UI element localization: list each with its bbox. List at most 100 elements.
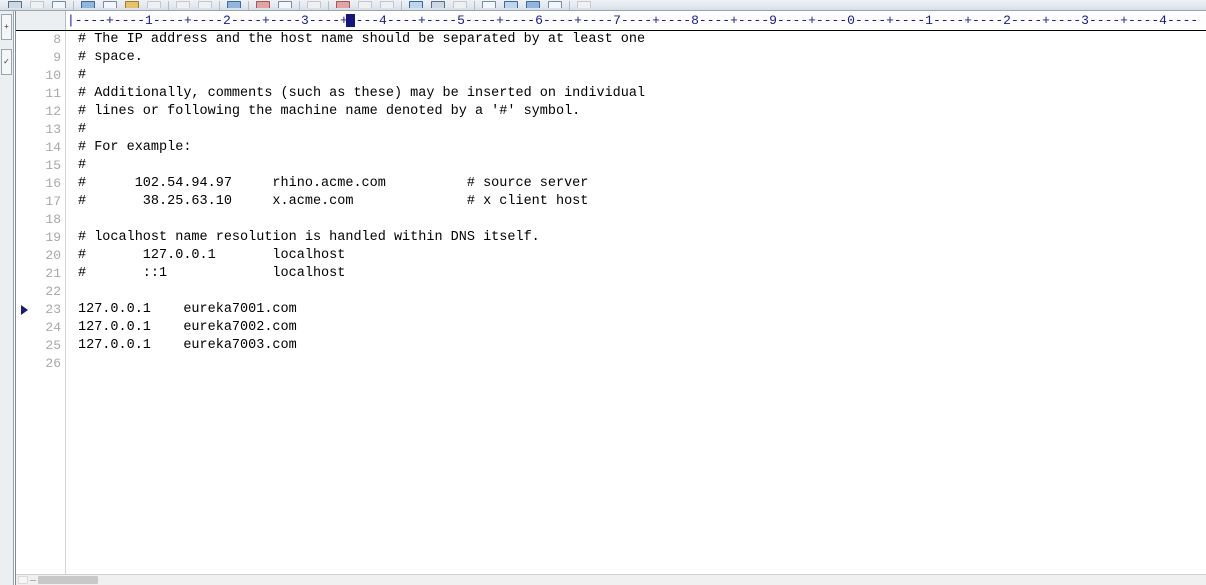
undo-icon-glyph <box>176 1 190 8</box>
find-icon[interactable] <box>253 1 273 10</box>
undo-icon[interactable] <box>173 1 193 10</box>
line-number-label: 13 <box>45 122 61 137</box>
line-number[interactable]: 13 <box>16 121 65 139</box>
comment-icon[interactable] <box>523 1 543 10</box>
line-number-label: 12 <box>45 104 61 119</box>
view-split-vertical-icon[interactable] <box>501 1 521 10</box>
dock-tab-checked[interactable]: ✓ <box>1 49 12 75</box>
line-number[interactable]: 12 <box>16 103 65 121</box>
print-icon[interactable] <box>78 1 98 10</box>
print-preview-icon-glyph <box>103 1 117 8</box>
folder-icon[interactable] <box>122 1 142 10</box>
code-line[interactable]: # space. <box>66 49 1206 67</box>
code-line[interactable]: # <box>66 157 1206 175</box>
zoom-reset-icon[interactable] <box>450 1 470 10</box>
toolbar-separator <box>401 1 402 10</box>
code-line[interactable]: # lines or following the machine name de… <box>66 103 1206 121</box>
print-icon-glyph <box>81 1 95 8</box>
redo-icon[interactable] <box>195 1 215 10</box>
code-line[interactable]: 127.0.0.1 eureka7002.com <box>66 319 1206 337</box>
line-number-label: 14 <box>45 140 61 155</box>
line-number-label: 10 <box>45 68 61 83</box>
line-number[interactable]: 15 <box>16 157 65 175</box>
code-line[interactable]: # 127.0.0.1 localhost <box>66 247 1206 265</box>
line-number[interactable]: 11 <box>16 85 65 103</box>
code-line[interactable]: # For example: <box>66 139 1206 157</box>
line-number[interactable]: 14 <box>16 139 65 157</box>
code-line[interactable]: 127.0.0.1 eureka7001.com <box>66 301 1206 319</box>
horizontal-scrollbar-thumb[interactable] <box>38 576 98 584</box>
uncomment-icon[interactable] <box>545 1 565 10</box>
line-number-label: 11 <box>45 86 61 101</box>
line-number[interactable]: 16 <box>16 175 65 193</box>
line-number[interactable]: 19 <box>16 229 65 247</box>
code-line[interactable]: 127.0.0.1 eureka7003.com <box>66 337 1206 355</box>
zoom-in-icon-glyph <box>409 1 423 8</box>
line-number[interactable]: 10 <box>16 67 65 85</box>
view-split-horizontal-icon[interactable] <box>479 1 499 10</box>
open-dropdown-icon[interactable] <box>27 1 47 10</box>
whitespace-icon[interactable] <box>377 1 397 10</box>
redo-icon-glyph <box>198 1 212 8</box>
text-editor: |----+----1----+----2----+----3----+----… <box>15 11 1206 585</box>
line-number[interactable]: 24 <box>16 319 65 337</box>
find-icon-glyph <box>256 1 270 8</box>
settings-icon[interactable] <box>574 1 594 10</box>
toolbar <box>0 0 1206 11</box>
view-split-vertical-icon-glyph <box>504 1 518 8</box>
line-number-gutter[interactable]: 8 9 10 11 12 13 14 15 16 17 18 19 20 21 22 23 24 25 26 <box>16 31 66 574</box>
code-line[interactable]: # <box>66 67 1206 85</box>
left-dock-panel: + ✓ <box>0 11 14 585</box>
toolbar-separator <box>569 1 570 10</box>
indent-icon[interactable] <box>304 1 324 10</box>
code-line[interactable]: # <box>66 121 1206 139</box>
zoom-in-icon[interactable] <box>406 1 426 10</box>
code-line[interactable]: # ::1 localhost <box>66 265 1206 283</box>
line-number-label: 20 <box>45 248 61 263</box>
line-number[interactable]: 9 <box>16 49 65 67</box>
code-line[interactable]: # 102.54.94.97 rhino.acme.com # source s… <box>66 175 1206 193</box>
code-line[interactable] <box>66 283 1206 301</box>
code-line[interactable]: # localhost name resolution is handled w… <box>66 229 1206 247</box>
line-number[interactable]: 17 <box>16 193 65 211</box>
word-wrap-icon[interactable] <box>355 1 375 10</box>
scroll-left-arrow-icon[interactable] <box>18 576 28 584</box>
code-line[interactable] <box>66 355 1206 373</box>
line-number-label: 26 <box>45 356 61 371</box>
dock-tab-project[interactable]: + <box>1 14 12 40</box>
run-icon-glyph <box>227 1 241 8</box>
line-number[interactable]: 20 <box>16 247 65 265</box>
line-number[interactable]: 8 <box>16 31 65 49</box>
uncomment-icon-glyph <box>548 1 562 8</box>
print-preview-icon[interactable] <box>100 1 120 10</box>
replace-icon-glyph <box>278 1 292 8</box>
zoom-out-icon[interactable] <box>428 1 448 10</box>
code-line[interactable]: # Additionally, comments (such as these)… <box>66 85 1206 103</box>
toolbar-separator <box>299 1 300 10</box>
bookmark-icon[interactable] <box>333 1 353 10</box>
horizontal-scrollbar[interactable] <box>16 574 1206 585</box>
code-area[interactable]: # The IP address and the host name shoul… <box>66 31 1206 574</box>
line-number[interactable]: 25 <box>16 337 65 355</box>
toolbar-separator <box>73 1 74 10</box>
code-line[interactable]: # The IP address and the host name shoul… <box>66 31 1206 49</box>
cut-icon[interactable] <box>144 1 164 10</box>
ruler-row: |----+----1----+----2----+----3----+----… <box>16 11 1206 31</box>
line-number-label: 18 <box>45 212 61 227</box>
line-number-label: 21 <box>45 266 61 281</box>
line-number[interactable]: 22 <box>16 283 65 301</box>
run-icon[interactable] <box>224 1 244 10</box>
column-ruler[interactable]: |----+----1----+----2----+----3----+----… <box>66 11 1206 30</box>
new-file-icon[interactable] <box>5 1 25 10</box>
line-number[interactable]: 26 <box>16 355 65 373</box>
ruler-corner <box>16 11 66 30</box>
save-icon[interactable] <box>49 1 69 10</box>
ruler-tick-text: |----+----1----+----2----+----3----+----… <box>67 13 1199 28</box>
line-number[interactable]: 21 <box>16 265 65 283</box>
replace-icon[interactable] <box>275 1 295 10</box>
line-number[interactable]: 18 <box>16 211 65 229</box>
line-number[interactable]: 23 <box>16 301 65 319</box>
code-line[interactable]: # 38.25.63.10 x.acme.com # x client host <box>66 193 1206 211</box>
code-line[interactable] <box>66 211 1206 229</box>
indent-icon-glyph <box>307 1 321 8</box>
